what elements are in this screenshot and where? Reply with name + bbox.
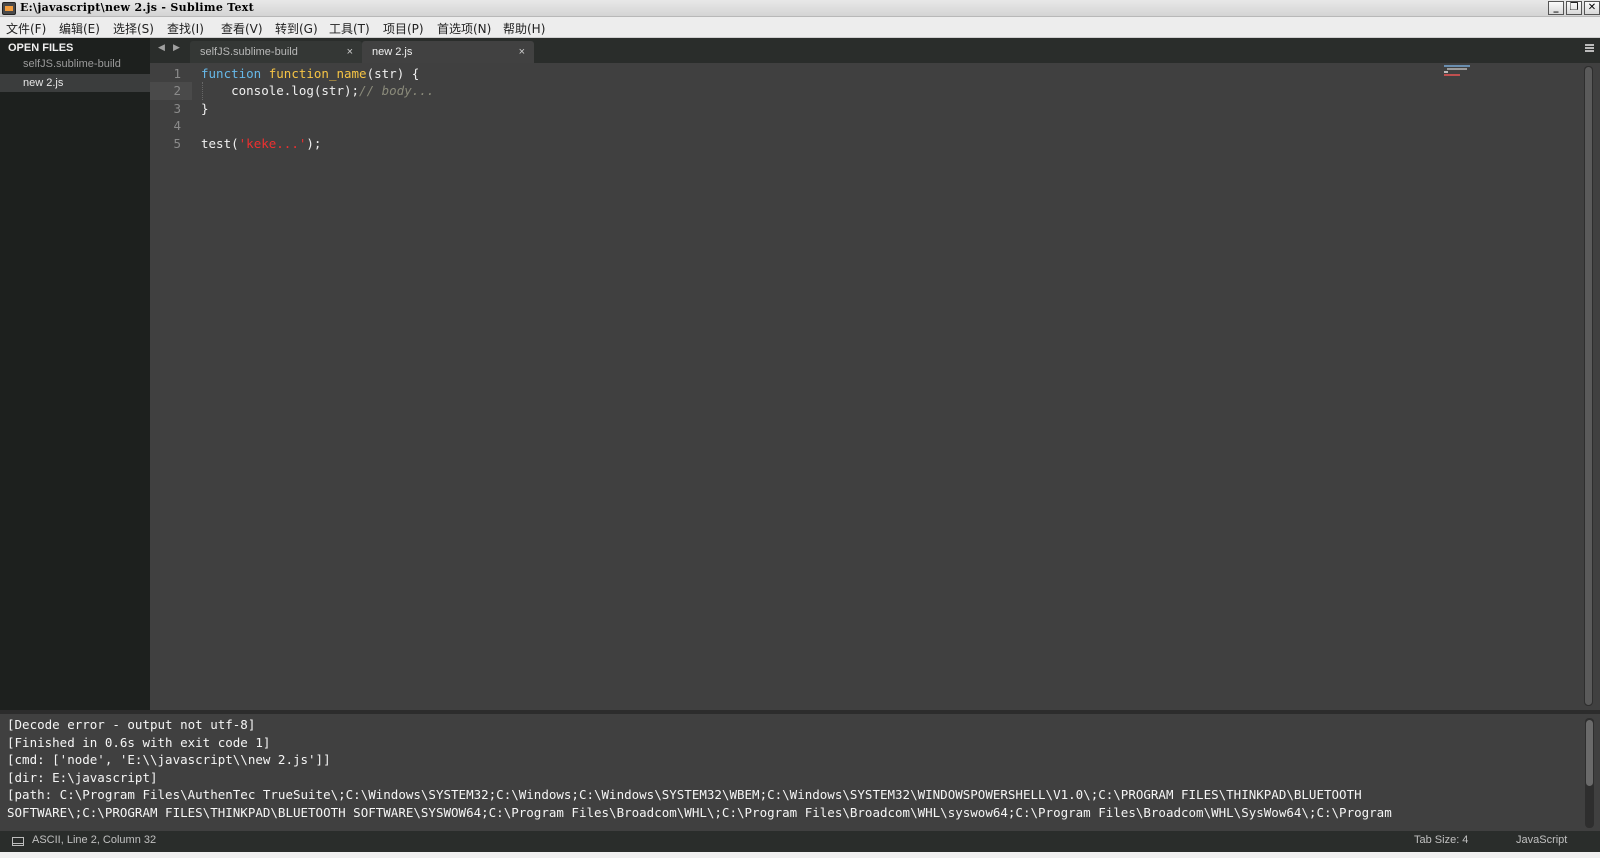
tab-scroll-right-icon[interactable]: ▶ xyxy=(173,43,180,53)
menu-file[interactable]: 文件(F) xyxy=(6,20,46,37)
menu-view[interactable]: 查看(V) xyxy=(221,20,263,37)
menu-selection[interactable]: 选择(S) xyxy=(113,20,154,37)
line-gutter: 1 2 3 4 5 xyxy=(150,63,192,710)
tab-new-2-js[interactable]: new 2.js × xyxy=(362,41,534,63)
tab-bar: ◀ ▶ selfJS.sublime-build × new 2.js × xyxy=(150,38,1600,63)
sidebar-item-selfjs-build[interactable]: selfJS.sublime-build xyxy=(0,55,150,73)
build-output-panel[interactable]: [Decode error - output not utf-8] [Finis… xyxy=(0,710,1600,831)
status-tab-size[interactable]: Tab Size: 4 xyxy=(1414,834,1468,846)
output-line: [path: C:\Program Files\AuthenTec TrueSu… xyxy=(7,787,1362,802)
panel-toggle-icon[interactable] xyxy=(12,837,24,846)
tab-close-icon[interactable]: × xyxy=(347,41,353,63)
tab-selfjs-build[interactable]: selfJS.sublime-build × xyxy=(190,41,362,63)
maximize-button[interactable]: ❐ xyxy=(1566,1,1582,15)
line-number: 4 xyxy=(173,118,181,133)
sidebar: OPEN FILES selfJS.sublime-build new 2.js xyxy=(0,38,150,710)
output-scrollbar-thumb[interactable] xyxy=(1586,720,1593,786)
sidebar-item-new-2-js[interactable]: new 2.js xyxy=(0,74,150,92)
line-number: 1 xyxy=(173,66,181,81)
keyword-token: function xyxy=(201,66,262,81)
code-token: (str) { xyxy=(366,66,420,81)
menu-find[interactable]: 查找(I) xyxy=(167,20,204,37)
menu-project[interactable]: 项目(P) xyxy=(383,20,424,37)
open-files-header: OPEN FILES xyxy=(8,42,74,54)
title-bar: E:\javascript\new 2.js - Sublime Text _ … xyxy=(0,0,1600,17)
code-editor[interactable]: 1 2 3 4 5 function function_name(str) { … xyxy=(150,63,1600,710)
status-syntax[interactable]: JavaScript xyxy=(1516,834,1567,846)
line-number: 5 xyxy=(173,136,181,151)
status-cursor-position: ASCII, Line 2, Column 32 xyxy=(32,834,157,846)
code-token: test( xyxy=(201,136,239,151)
line-number: 3 xyxy=(173,101,181,116)
sublime-text-icon[interactable] xyxy=(2,2,16,15)
output-line: [Finished in 0.6s with exit code 1] xyxy=(7,735,271,750)
minimize-button[interactable]: _ xyxy=(1548,1,1564,15)
output-line: [cmd: ['node', 'E:\\javascript\\new 2.js… xyxy=(7,752,331,767)
menu-bar: 文件(F) 编辑(E) 选择(S) 查找(I) 查看(V) 转到(G) 工具(T… xyxy=(0,17,1600,38)
code-line-1[interactable]: function function_name(str) { xyxy=(201,65,419,83)
comment-token: // body... xyxy=(359,83,435,98)
menu-help[interactable]: 帮助(H) xyxy=(503,20,545,37)
window-title: E:\javascript\new 2.js - Sublime Text xyxy=(20,1,255,14)
output-line: [dir: E:\javascript] xyxy=(7,770,158,785)
output-line: [Decode error - output not utf-8] xyxy=(7,717,256,732)
tab-menu-icon[interactable] xyxy=(1585,44,1594,52)
editor-scrollbar-thumb[interactable] xyxy=(1585,67,1592,705)
code-line-5[interactable]: test('keke...'); xyxy=(201,135,321,153)
close-window-button[interactable]: ✕ xyxy=(1584,1,1600,15)
window-bottom-edge xyxy=(0,852,1600,858)
function-name-token: function_name xyxy=(268,66,367,81)
tab-scroll-left-icon[interactable]: ◀ xyxy=(158,43,165,53)
line-number: 2 xyxy=(173,83,181,98)
string-token: 'keke...' xyxy=(238,136,307,151)
menu-edit[interactable]: 编辑(E) xyxy=(59,20,100,37)
menu-preferences[interactable]: 首选项(N) xyxy=(437,20,491,37)
tab-label: selfJS.sublime-build xyxy=(200,46,298,58)
code-token: } xyxy=(201,101,209,116)
tab-label: new 2.js xyxy=(372,46,413,58)
minimap[interactable] xyxy=(1444,65,1474,77)
code-token: ); xyxy=(306,136,322,151)
menu-tools[interactable]: 工具(T) xyxy=(329,20,370,37)
code-line-3[interactable]: } xyxy=(201,100,209,118)
code-token: console.log(str); xyxy=(201,83,360,98)
code-line-2[interactable]: console.log(str);// body... xyxy=(201,82,434,100)
status-bar: ASCII, Line 2, Column 32 Tab Size: 4 Jav… xyxy=(0,831,1600,852)
tab-close-icon[interactable]: × xyxy=(519,41,525,63)
menu-goto[interactable]: 转到(G) xyxy=(275,20,318,37)
output-line: SOFTWARE\;C:\PROGRAM FILES\THINKPAD\BLUE… xyxy=(7,805,1392,820)
